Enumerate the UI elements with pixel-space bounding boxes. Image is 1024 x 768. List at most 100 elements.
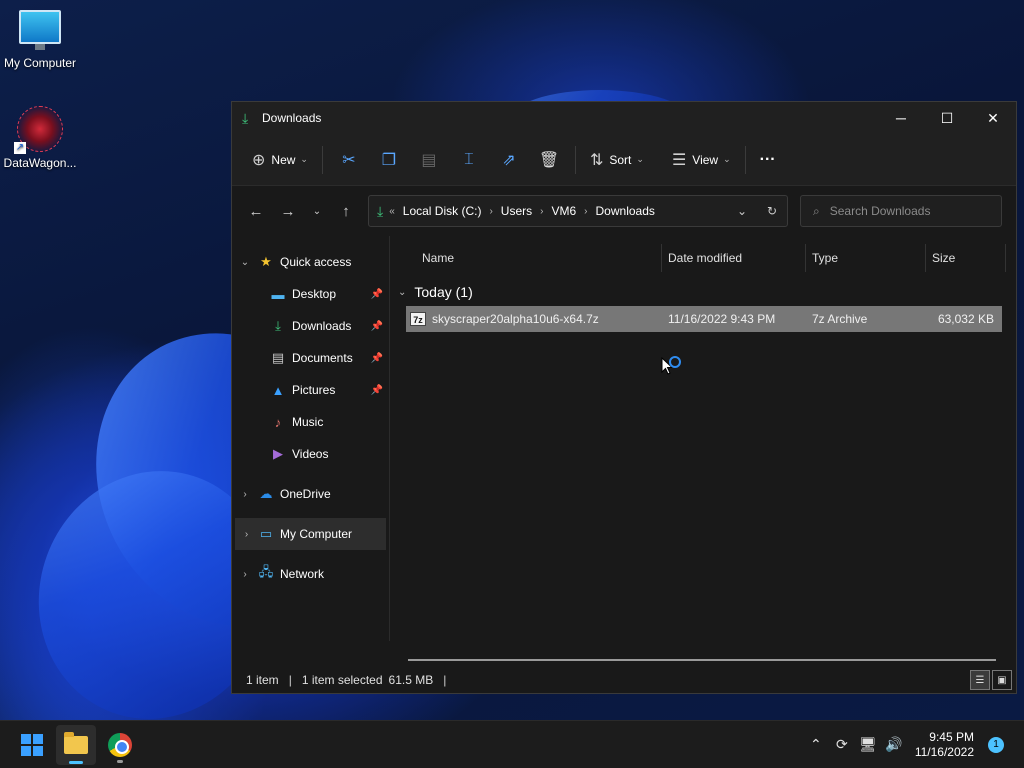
- breadcrumb-downloads[interactable]: Downloads: [596, 204, 655, 218]
- chevron-down-icon[interactable]: ⌄: [232, 257, 258, 268]
- sidebar-item-label: Quick access: [280, 255, 352, 269]
- sidebar-item-music[interactable]: ♪ Music: [232, 406, 389, 438]
- picture-icon: ▲: [271, 382, 285, 398]
- taskbar-chrome[interactable]: [100, 725, 140, 765]
- sidebar-item-onedrive[interactable]: › ☁ OneDrive: [232, 478, 389, 510]
- breadcrumb-users[interactable]: Users: [501, 204, 532, 218]
- navigation-pane: ⌄ ★ Quick access ▬ Desktop 📌 ⤓ Downloads…: [232, 236, 390, 641]
- sidebar-item-label: Documents: [292, 351, 353, 365]
- paste-button[interactable]: ▤: [409, 144, 449, 176]
- network-status-icon[interactable]: 🖥: [855, 736, 881, 753]
- folder-icon: [64, 731, 88, 754]
- recent-locations-button[interactable]: ⌄: [304, 195, 330, 227]
- search-input[interactable]: [829, 204, 990, 218]
- sidebar-item-videos[interactable]: ▶ Videos: [232, 438, 389, 470]
- chevron-right-icon[interactable]: ›: [235, 529, 258, 540]
- desktop-icon-datawagon[interactable]: ↗ DataWagon...: [0, 106, 80, 170]
- chevron-down-icon[interactable]: ⌄: [398, 287, 406, 298]
- sidebar-item-documents[interactable]: ▤ Documents 📌: [232, 342, 389, 374]
- sidebar-item-desktop[interactable]: ▬ Desktop 📌: [232, 278, 389, 310]
- desktop-icon-label: DataWagon...: [3, 156, 77, 170]
- refresh-icon[interactable]: ↻: [757, 204, 787, 218]
- sidebar-item-my-computer[interactable]: › ▭ My Computer: [235, 518, 386, 550]
- share-button[interactable]: ⇗: [489, 144, 529, 176]
- archive-file-icon: 7z: [410, 312, 426, 326]
- sidebar-item-quick-access[interactable]: ⌄ ★ Quick access: [232, 246, 389, 278]
- music-icon: ♪: [274, 414, 282, 430]
- sidebar-item-label: My Computer: [280, 527, 353, 541]
- address-bar[interactable]: ⤓ « Local Disk (C:) › Users › VM6 › Down…: [368, 195, 788, 227]
- large-icons-view-icon: ▣: [997, 674, 1007, 686]
- taskbar-file-explorer[interactable]: [56, 724, 96, 765]
- group-header-today[interactable]: ⌄ Today (1): [390, 278, 1016, 306]
- column-header-name[interactable]: Name: [390, 244, 662, 272]
- back-button[interactable]: ←: [240, 195, 272, 227]
- desktop-icon-my-computer[interactable]: My Computer: [0, 10, 80, 70]
- video-icon: ▶: [273, 446, 283, 461]
- cut-button[interactable]: ✂: [329, 144, 369, 176]
- chevron-down-icon: ⌄: [636, 154, 644, 164]
- rename-button[interactable]: ⌶: [449, 144, 489, 176]
- chevron-right-icon[interactable]: ›: [540, 206, 543, 217]
- maximize-button[interactable]: ☐: [924, 102, 970, 134]
- computer-icon: ▭: [259, 526, 273, 541]
- share-icon: ⇗: [502, 151, 516, 169]
- sync-error-icon[interactable]: ⟳: [829, 736, 855, 753]
- chrome-icon: [108, 732, 132, 757]
- large-icons-view-toggle[interactable]: ▣: [992, 670, 1012, 690]
- network-icon: 🖧: [258, 564, 274, 579]
- breadcrumb-overflow[interactable]: «: [389, 206, 395, 217]
- new-button[interactable]: ⊕ New ⌄: [244, 144, 316, 176]
- sort-arrows-icon: ⇅: [589, 151, 604, 169]
- more-options-button[interactable]: ···: [752, 144, 784, 176]
- copy-button[interactable]: ❐: [369, 144, 409, 176]
- chevron-right-icon[interactable]: ›: [584, 206, 587, 217]
- title-bar[interactable]: ⤓ Downloads ─ ☐ ✕: [232, 102, 1016, 134]
- column-header-date[interactable]: Date modified: [662, 244, 806, 272]
- desktop-folder-icon: ▬: [271, 286, 285, 302]
- sort-label: Sort: [609, 152, 632, 167]
- horizontal-scrollbar[interactable]: [408, 659, 996, 661]
- column-header-type[interactable]: Type: [806, 244, 926, 272]
- details-view-toggle[interactable]: ☰: [970, 670, 990, 690]
- item-count: 1 item: [246, 673, 279, 687]
- plus-circle-icon: ⊕: [252, 151, 266, 169]
- forward-button[interactable]: →: [272, 195, 304, 227]
- arrow-right-icon: →: [280, 202, 296, 220]
- pin-icon: 📌: [370, 352, 383, 364]
- file-row[interactable]: 7z skyscraper20alpha10u6-x64.7z 11/16/20…: [406, 306, 1002, 332]
- details-view-icon: ☰: [975, 674, 985, 686]
- chevron-right-icon[interactable]: ›: [489, 206, 492, 217]
- chevron-right-icon[interactable]: ›: [232, 489, 258, 500]
- volume-icon[interactable]: 🔊: [881, 736, 907, 753]
- address-history-dropdown-icon[interactable]: ⌄: [727, 204, 757, 218]
- chevron-right-icon[interactable]: ›: [232, 569, 258, 580]
- delete-button[interactable]: 🗑: [529, 144, 569, 176]
- notification-badge[interactable]: 1: [988, 736, 1004, 753]
- file-name: skyscraper20alpha10u6-x64.7z: [432, 312, 599, 326]
- column-header-size[interactable]: Size: [926, 244, 1006, 272]
- sort-button[interactable]: ⇅ Sort ⌄: [582, 144, 652, 176]
- view-button[interactable]: ☰ View ⌄: [664, 144, 739, 176]
- breadcrumb-vm6[interactable]: VM6: [551, 204, 576, 218]
- file-list-pane: Name Date modified Type Size ⌄ Today (1)…: [390, 236, 1016, 661]
- search-box[interactable]: ⌕: [800, 195, 1002, 227]
- arrow-left-icon: ←: [248, 202, 264, 220]
- clock-time: 9:45 PM: [929, 729, 974, 744]
- start-button[interactable]: [12, 725, 52, 765]
- sidebar-item-downloads[interactable]: ⤓ Downloads 📌: [232, 310, 389, 342]
- sidebar-item-network[interactable]: › 🖧 Network: [232, 558, 389, 590]
- up-button[interactable]: ↑: [330, 195, 362, 227]
- breadcrumb-local-disk[interactable]: Local Disk (C:): [403, 204, 482, 218]
- sidebar-item-pictures[interactable]: ▲ Pictures 📌: [232, 374, 389, 406]
- close-button[interactable]: ✕: [970, 102, 1016, 134]
- download-icon: ⤓: [242, 110, 249, 126]
- clock[interactable]: 9:45 PM 11/16/2022: [915, 730, 974, 760]
- sidebar-item-label: Downloads: [292, 319, 352, 333]
- active-indicator: [69, 760, 83, 764]
- sidebar-item-label: Pictures: [292, 383, 336, 397]
- rename-icon: ⌶: [464, 150, 474, 168]
- minimize-button[interactable]: ─: [878, 102, 924, 134]
- chevron-up-icon[interactable]: ⌃: [803, 736, 829, 753]
- pin-icon: 📌: [370, 288, 383, 300]
